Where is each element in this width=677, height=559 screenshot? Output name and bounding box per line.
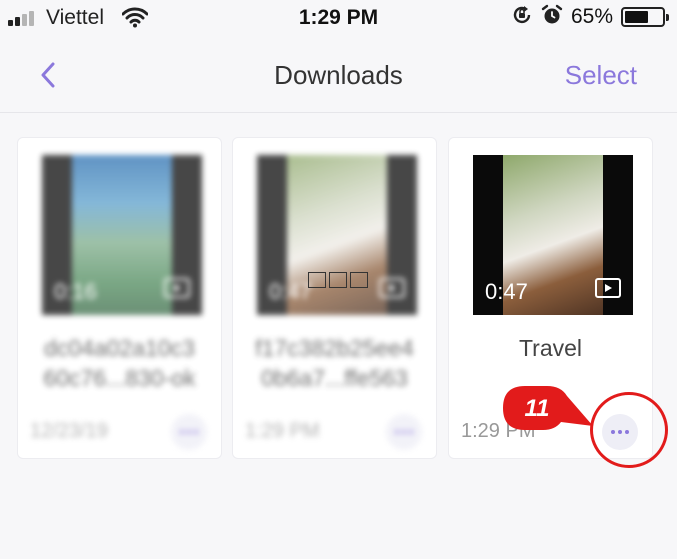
- step-number: 11: [525, 395, 550, 422]
- download-card[interactable]: 0:16 dc04a02a10c3 60c76...830-ok 12/23/1…: [17, 137, 222, 459]
- video-icon: [595, 278, 621, 303]
- more-options-button[interactable]: [386, 414, 422, 450]
- video-icon: [379, 278, 405, 303]
- video-date: 12/23/19: [30, 420, 108, 442]
- nav-divider: [0, 112, 677, 113]
- step-badge: 11: [495, 378, 595, 441]
- video-title: dc04a02a10c3 60c76...830-ok: [43, 335, 196, 391]
- missing-glyph-icon: [308, 272, 368, 288]
- more-options-button[interactable]: [171, 414, 207, 450]
- video-duration: 0:16: [54, 279, 97, 304]
- video-thumbnail[interactable]: 0:47: [257, 155, 417, 315]
- navigation-bar: Downloads Select: [0, 40, 677, 110]
- downloads-screen: Viettel 1:29 PM 65% Downloads Select 0:1…: [0, 0, 677, 559]
- select-button[interactable]: Select: [565, 60, 637, 91]
- download-card[interactable]: 0:47 f17c382b25ee4 0b6a7...ffe563 1:29 P…: [232, 137, 437, 459]
- video-date: 1:29 PM: [245, 420, 320, 442]
- alarm-icon: [541, 4, 563, 31]
- video-duration: 0:47: [269, 279, 312, 304]
- video-thumbnail[interactable]: 0:16: [42, 155, 202, 315]
- battery-percentage: 65%: [570, 5, 613, 28]
- video-title: f17c382b25ee4 0b6a7...ffe563: [255, 335, 414, 391]
- status-right-group: 65%: [511, 4, 669, 31]
- orientation-lock-icon: [511, 4, 533, 31]
- video-title: Travel: [518, 335, 583, 361]
- video-duration: 0:47: [485, 279, 528, 304]
- battery-icon: [621, 7, 669, 27]
- status-bar: Viettel 1:29 PM 65%: [0, 0, 677, 36]
- video-thumbnail[interactable]: 0:47: [473, 155, 633, 315]
- highlight-circle: [590, 392, 668, 468]
- video-icon: [164, 278, 190, 303]
